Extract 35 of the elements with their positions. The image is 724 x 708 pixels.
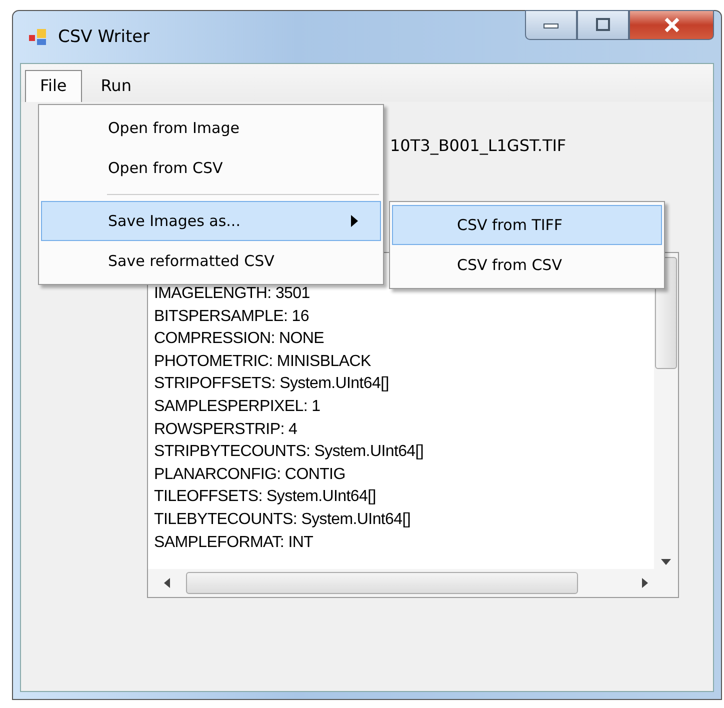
minimize-icon (543, 21, 559, 29)
menu-item[interactable]: Run (86, 70, 146, 102)
text-line: TILEOFFSETS: System.UInt64[] (154, 487, 377, 508)
vertical-scrollbar[interactable] (654, 253, 678, 569)
close-icon (662, 17, 680, 33)
text-line: BITSPERSAMPLE: 16 (154, 306, 310, 327)
menu-item[interactable]: Open from CSV (41, 148, 381, 188)
file-path-label: 10T3_B001_L1GST.TIF (390, 136, 566, 155)
close-button[interactable] (629, 10, 714, 40)
horizontal-scrollbar[interactable] (148, 569, 678, 597)
scroll-down-icon[interactable] (661, 559, 671, 565)
menu-item[interactable]: Save reformatted CSV (41, 241, 381, 281)
window-title: CSV Writer (58, 27, 150, 47)
text-line: PHOTOMETRIC: MINISBLACK (154, 352, 372, 372)
menu-item[interactable]: CSV from CSV (392, 245, 662, 285)
menu-item[interactable]: File (25, 70, 82, 102)
text-line: SAMPLEFORMAT: INT (154, 532, 314, 553)
menu-item[interactable]: Open from Image (41, 108, 381, 148)
scroll-left-icon[interactable] (164, 578, 170, 588)
text-line: IMAGELENGTH: 3501 (154, 284, 311, 304)
text-line: ROWSPERSTRIP: 4 (154, 420, 298, 440)
text-line: TILEBYTECOUNTS: System.UInt64[] (154, 510, 412, 530)
text-line: COMPRESSION: NONE (154, 329, 326, 350)
scroll-right-icon[interactable] (642, 578, 648, 588)
maximize-icon (595, 18, 611, 32)
minimize-button[interactable] (525, 10, 577, 40)
tags-text-box[interactable] (147, 252, 679, 598)
menu-item[interactable]: CSV from TIFF (392, 205, 662, 245)
text-line: PLANARCONFIG: CONTIG (154, 464, 346, 485)
app-icon (28, 27, 48, 47)
menu-item[interactable]: Save Images as... (41, 201, 381, 241)
text-line: SAMPLESPERPIXEL: 1 (154, 396, 322, 417)
maximize-button[interactable] (577, 10, 629, 40)
text-line: STRIPOFFSETS: System.UInt64[] (154, 374, 390, 394)
text-line: STRIPBYTECOUNTS: System.UInt64[] (154, 442, 425, 462)
